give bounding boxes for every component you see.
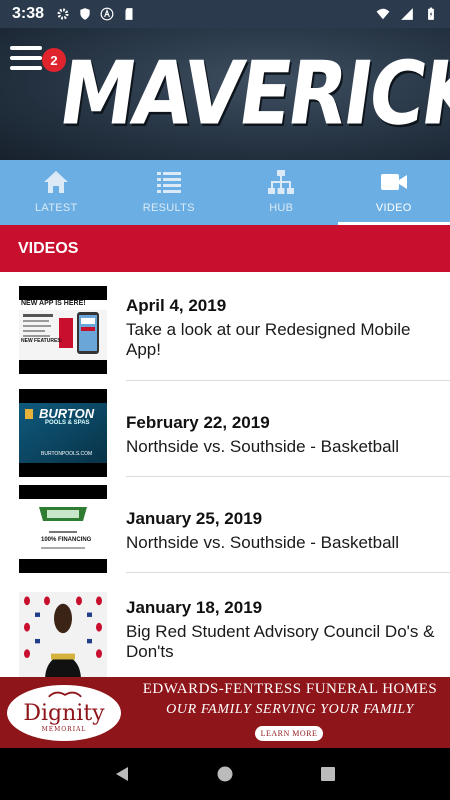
ad-tagline: OUR FAMILY SERVING YOUR FAMILY [166,702,414,717]
video-date: January 25, 2019 [126,509,263,528]
bird-icon [48,691,82,698]
thumbnail-headline: BURTON [39,406,95,421]
status-bar: 3:38 [0,0,450,28]
ad-logo-sub: MEMORIAL [41,726,87,733]
list-item[interactable]: January 18, 2019 Big Red Student Advisor… [0,574,450,677]
tab-latest[interactable]: LATEST [0,160,113,225]
video-title: Big Red Student Advisory Council Do's & … [126,622,435,661]
thumbnail-subtext: POOLS & SPAS [45,420,90,426]
thumbnail-image [19,499,107,559]
back-button[interactable] [111,763,133,785]
video-date: February 22, 2019 [126,413,270,432]
tab-bar: LATEST RESULTS HUB VIDEO [0,160,450,225]
back-icon [115,767,128,781]
status-time: 3:38 [12,5,45,22]
video-text: January 25, 2019 Northside vs. Southside… [126,509,442,553]
video-text: January 18, 2019 Big Red Student Advisor… [126,598,442,662]
ad-headline: EDWARDS-FENTRESS FUNERAL HOMES [142,681,438,697]
video-title: Northside vs. Southside - Basketball [126,533,400,552]
list-icon [156,172,181,193]
gear-icon [57,8,69,20]
list-item[interactable]: BURTON POOLS & SPAS BURTONPOOLS.COM Febr… [0,382,450,478]
thumbnail-image [19,592,107,677]
ad-logo-text: Dignity [23,701,105,726]
video-title: Take a look at our Redesigned Mobile App… [126,320,411,359]
recents-icon [321,767,336,781]
app-title: MAVERICKS [53,42,450,145]
app-header: 2 MAVERICKS [0,28,450,160]
sd-card-icon [125,8,133,20]
dignity-logo: Dignity MEMORIAL [5,683,123,743]
divider [126,572,450,573]
status-left-icons [56,7,136,21]
tab-results[interactable]: RESULTS [113,160,226,225]
divider [126,476,450,477]
list-item[interactable]: NEW APP IS HERE! NEW FEATURES: April 4, … [0,272,450,382]
hamburger-icon [10,46,42,50]
video-list: NEW APP IS HERE! NEW FEATURES: April 4, … [0,272,450,677]
list-item[interactable]: 100% FINANCING January 25, 2019 Northsid… [0,478,450,574]
tab-label: RESULTS [142,202,195,214]
home-button[interactable] [214,763,236,785]
section-title: VIDEOS [0,225,450,272]
wifi-icon [376,8,390,20]
thumbnail-headline: 100% FINANCING [41,537,92,543]
video-thumbnail: BURTON POOLS & SPAS BURTONPOOLS.COM [19,389,107,477]
video-thumbnail: 100% FINANCING [19,485,107,573]
hub-icon [268,170,295,194]
divider [126,380,450,381]
video-date: April 4, 2019 [126,296,227,315]
system-nav-bar [0,748,450,800]
tab-video[interactable]: VIDEO [337,160,450,225]
hamburger-bar [10,66,42,70]
tab-label: HUB [269,202,294,214]
home-icon [44,171,69,193]
video-thumbnail: NEW APP IS HERE! NEW FEATURES: [19,286,107,374]
thumbnail-image [19,300,107,360]
thumbnail-headline: NEW APP IS HERE! [21,300,86,307]
signal-icon [401,8,413,20]
thumbnail-url: BURTONPOOLS.COM [41,451,93,457]
video-text: April 4, 2019 Take a look at our Redesig… [126,296,442,360]
recents-button[interactable] [317,763,339,785]
notification-badge: 2 [42,48,66,72]
video-thumbnail [19,592,107,677]
learn-more-button[interactable]: LEARN MORE [255,726,323,741]
video-date: January 18, 2019 [126,598,263,617]
home-circle-icon [217,766,233,782]
video-camera-icon [380,174,407,190]
video-text: February 22, 2019 Northside vs. Southsid… [126,413,442,457]
status-right-icons [376,7,438,21]
video-title: Northside vs. Southside - Basketball [126,437,400,456]
hamburger-bar [10,56,42,60]
menu-button[interactable]: 2 [10,42,66,72]
thumbnail-subtext: NEW FEATURES: [21,338,63,344]
shield-icon [80,8,90,20]
ad-banner[interactable]: Dignity MEMORIAL EDWARDS-FENTRESS FUNERA… [0,677,450,748]
tab-label: LATEST [34,202,78,214]
a-icon [100,7,114,21]
battery-icon [428,7,434,20]
tab-hub[interactable]: HUB [225,160,338,225]
tab-label: VIDEO [375,202,412,214]
